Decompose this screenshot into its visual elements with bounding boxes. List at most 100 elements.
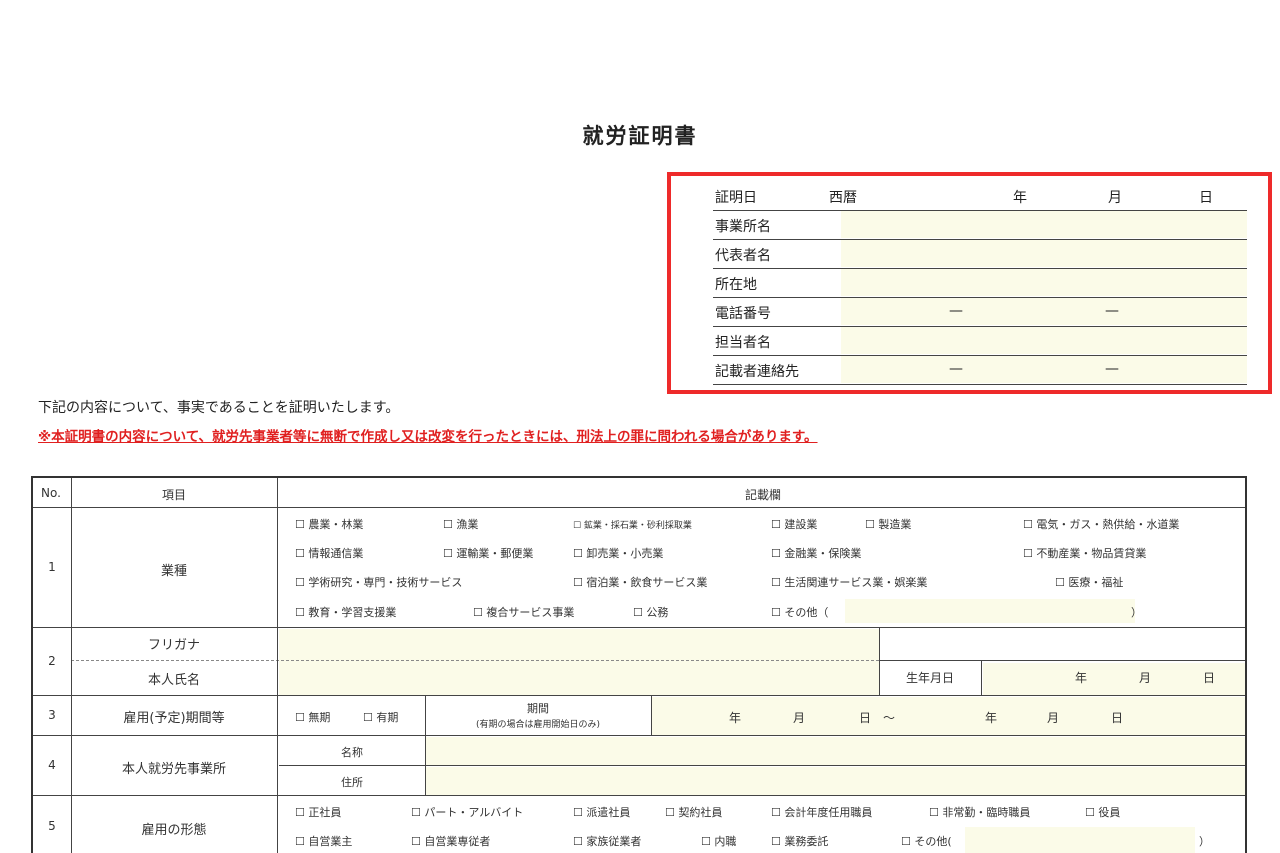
row1-no: 1 <box>48 560 56 574</box>
header-item: 項目 <box>161 488 186 502</box>
cert-address-label: 所在地 <box>715 277 757 293</box>
birth-label: 生年月日 <box>905 671 954 685</box>
industry-option[interactable]: ☐ 情報通信業 <box>295 545 363 561</box>
cert-row-office: 事業所名 <box>713 210 1247 240</box>
cert-person-field[interactable] <box>841 327 1247 354</box>
industry-option[interactable]: ☐ 教育・学習支援業 <box>295 604 396 620</box>
industry-option[interactable]: ☐ 宿泊業・飲食サービス業 <box>573 574 707 590</box>
cert-office-label: 事業所名 <box>715 219 771 235</box>
header-no: No. <box>41 486 61 500</box>
period-month-unit: 月 <box>793 711 806 725</box>
cert-phone-field[interactable] <box>841 298 1247 325</box>
cert-row-representative: 代表者名 <box>713 239 1247 269</box>
row3-no: 3 <box>48 708 56 722</box>
cert-row-address: 所在地 <box>713 268 1247 298</box>
workplace-name-label: 名称 <box>341 746 363 759</box>
employment-option[interactable]: ☐ 役員 <box>1085 804 1120 820</box>
period-day-unit: 日 <box>859 711 872 725</box>
row4-no: 4 <box>48 758 56 772</box>
name-label: 本人氏名 <box>147 673 200 688</box>
workplace-address-field[interactable] <box>425 767 1245 795</box>
industry-option[interactable]: ☐ 製造業 <box>865 516 911 532</box>
employment-option[interactable]: ☐ 自営業専従者 <box>411 833 490 849</box>
cert-contact-sep-1: — <box>949 361 963 377</box>
row3-item: 雇用(予定)期間等 <box>123 711 225 726</box>
employment-option[interactable]: ☐ 正社員 <box>295 804 341 820</box>
industry-option[interactable]: ☐ 金融業・保険業 <box>771 545 861 561</box>
row5-item: 雇用の形態 <box>141 823 207 838</box>
period-year-unit: 年 <box>729 711 742 725</box>
cert-person-label: 担当者名 <box>715 335 771 351</box>
document-title: 就労証明書 <box>582 124 698 148</box>
cert-phone-sep-2: — <box>1105 303 1119 319</box>
furigana-label: フリガナ <box>147 638 200 653</box>
cert-phone-label: 電話番号 <box>715 306 771 322</box>
industry-option[interactable]: ☐ 医療・福祉 <box>1055 574 1123 590</box>
industry-option[interactable]: ☐ 公務 <box>633 604 668 620</box>
period-option-indefinite[interactable]: ☐ 無期 <box>295 709 330 725</box>
cert-day-unit: 日 <box>1199 190 1213 206</box>
industry-other-field[interactable] <box>845 599 1135 623</box>
cert-month-unit: 月 <box>1108 190 1122 206</box>
period-note: (有期の場合は雇用開始日のみ) <box>475 720 601 730</box>
workplace-name-field[interactable] <box>425 737 1245 765</box>
employment-option[interactable]: ☐ 自営業主 <box>295 833 352 849</box>
certification-statement: 下記の内容について、事実であることを証明いたします。 <box>38 400 400 416</box>
birth-year-unit: 年 <box>1075 671 1088 685</box>
row5-no: 5 <box>48 819 56 833</box>
employment-option[interactable]: ☐ 家族従業者 <box>573 833 641 849</box>
employment-option[interactable]: ☐ 内職 <box>701 833 736 849</box>
period-tilde: ～ <box>883 711 896 725</box>
industry-option[interactable]: ☐ 学術研究・専門・技術サービス <box>295 574 462 590</box>
employment-other-field[interactable] <box>965 827 1195 853</box>
industry-option[interactable]: ☐ 複合サービス事業 <box>473 604 574 620</box>
period-label: 期間 <box>527 702 549 715</box>
cert-representative-field[interactable] <box>841 240 1247 267</box>
cert-date-label: 証明日 <box>715 190 757 206</box>
name-fill-area[interactable] <box>279 629 879 695</box>
legal-warning: ※本証明書の内容について、就労先事業者等に無断で作成し又は改変を行ったときには、… <box>38 429 818 445</box>
row4-item: 本人就労先事業所 <box>121 762 226 777</box>
cert-row-person: 担当者名 <box>713 326 1247 356</box>
employment-table: No. 項目 記載欄 1 業種 ☐ 農業・林業 ☐ 漁業 ☐ 鉱業・採石業・砂利… <box>31 476 1247 853</box>
cert-row-contact: 記載者連絡先 — — <box>713 355 1247 385</box>
industry-option[interactable]: ☐ 不動産業・物品賃貸業 <box>1023 545 1146 561</box>
industry-option-other[interactable]: ☐ その他（ <box>771 604 828 620</box>
workplace-address-label: 住所 <box>341 776 363 789</box>
industry-option[interactable]: ☐ 建設業 <box>771 516 817 532</box>
industry-option[interactable]: ☐ 鉱業・採石業・砂利採取業 <box>573 518 692 531</box>
industry-option[interactable]: ☐ 漁業 <box>443 516 478 532</box>
industry-option[interactable]: ☐ 農業・林業 <box>295 516 363 532</box>
birth-month-unit: 月 <box>1139 671 1152 685</box>
row2-no: 2 <box>48 654 56 668</box>
cert-contact-sep-2: — <box>1105 361 1119 377</box>
employment-option-other[interactable]: ☐ その他( <box>901 833 952 849</box>
cert-row-date: 証明日 西暦 年 月 日 <box>713 181 1247 211</box>
industry-option[interactable]: ☐ 卸売業・小売業 <box>573 545 663 561</box>
birth-day-unit: 日 <box>1203 671 1216 685</box>
cert-address-field[interactable] <box>841 269 1247 296</box>
industry-other-close: ） <box>1131 606 1142 619</box>
period-option-fixed[interactable]: ☐ 有期 <box>363 709 398 725</box>
cert-row-phone: 電話番号 — — <box>713 297 1247 327</box>
employment-option[interactable]: ☐ 契約社員 <box>665 804 722 820</box>
employment-option[interactable]: ☐ 非常勤・臨時職員 <box>929 804 1030 820</box>
row1-item: 業種 <box>160 564 187 579</box>
employment-option[interactable]: ☐ 業務委託 <box>771 833 828 849</box>
employment-option[interactable]: ☐ パート・アルバイト <box>411 804 523 820</box>
period-day2-unit: 日 <box>1111 711 1124 725</box>
cert-year-unit: 年 <box>1013 190 1027 206</box>
industry-option[interactable]: ☐ 電気・ガス・熱供給・水道業 <box>1023 516 1179 532</box>
cert-office-field[interactable] <box>841 211 1247 238</box>
cert-era-label: 西暦 <box>829 190 857 206</box>
cert-representative-label: 代表者名 <box>715 248 771 264</box>
header-entry: 記載欄 <box>744 488 781 502</box>
employment-option[interactable]: ☐ 会計年度任用職員 <box>771 804 872 820</box>
industry-option[interactable]: ☐ 生活関連サービス業・娯楽業 <box>771 574 927 590</box>
cert-contact-label: 記載者連絡先 <box>715 364 799 380</box>
industry-option[interactable]: ☐ 運輸業・郵便業 <box>443 545 533 561</box>
cert-phone-sep-1: — <box>949 303 963 319</box>
cert-contact-field[interactable] <box>841 356 1247 383</box>
period-year2-unit: 年 <box>985 711 998 725</box>
employment-option[interactable]: ☐ 派遣社員 <box>573 804 630 820</box>
